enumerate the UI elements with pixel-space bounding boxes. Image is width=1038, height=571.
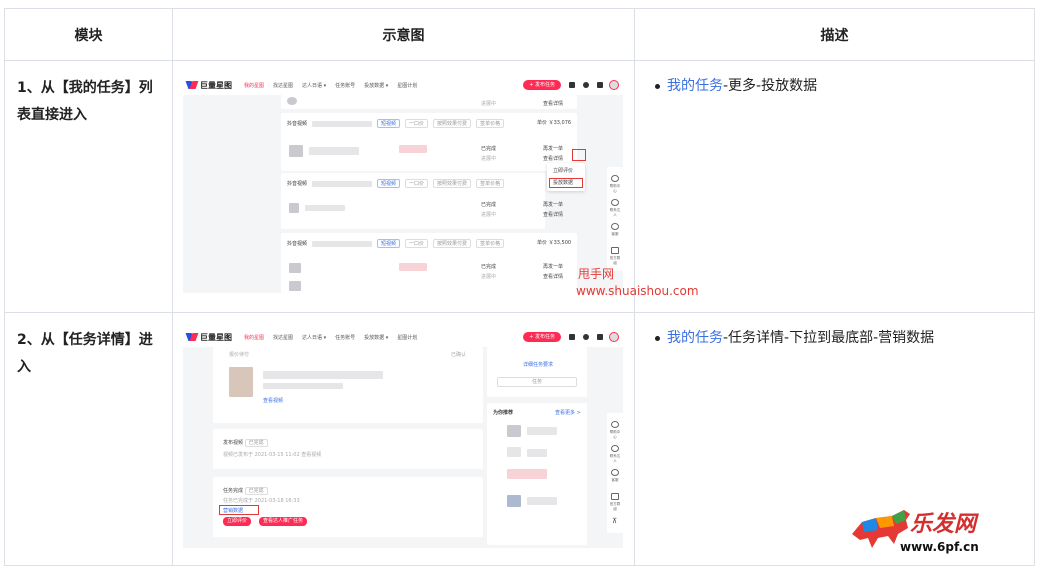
nav-item[interactable]: 找达星图 — [273, 334, 293, 341]
service-icon[interactable] — [611, 223, 619, 230]
side-tool-rail: 帮助中心 联系达人 客服 官方群组 ⊼ — [607, 413, 623, 533]
contact-icon[interactable] — [611, 445, 619, 452]
marketing-data-highlight — [219, 505, 259, 515]
my-tasks-link[interactable]: 我的任务 — [667, 330, 723, 346]
more-button[interactable] — [572, 149, 586, 161]
publish-task-button[interactable]: + 发布任务 — [523, 332, 561, 342]
row1-module: 1、从【我的任务】列表直接进入 — [4, 60, 173, 313]
bell-icon[interactable] — [597, 334, 603, 340]
task-list-screenshot: 巨量星图 我的星图 找达星图 达人日语 ▾ 任务账号 投放数据 ▾ 星图计划 +… — [183, 75, 623, 293]
message-icon[interactable] — [569, 334, 575, 340]
6pf-logo: 乐发网 www.6pf.cn — [848, 504, 1034, 568]
recommend-card: 为你推荐 查看更多 > — [487, 403, 587, 545]
view-promotion-button[interactable]: 查看达人推广任务 — [259, 517, 308, 526]
task-card[interactable]: 抖音视频 短视频 一口价 按照效果付费 签单价格 已完成 进展中 再发一单 查看详情 — [281, 173, 563, 229]
task-card[interactable]: 抖音视频 短视频 一口价 按照效果付费 签单价格 单价 ￥33,076 已完成 进展中… — [281, 113, 577, 171]
shot-topbar: 巨量星图 我的星图 找达星图 达人日语 ▾ 任务账号 投放数据 ▾ 星图计划 +… — [183, 327, 623, 347]
xingtu-logo: 巨量星图 — [187, 332, 232, 343]
task-button[interactable]: 任务 — [497, 377, 577, 387]
nav-item[interactable]: 星图计划 — [397, 334, 417, 341]
nav-item[interactable]: 达人日语 ▾ — [302, 82, 326, 89]
nav-item[interactable]: 任务账号 — [335, 82, 355, 89]
header-image: 示意图 — [172, 8, 635, 61]
row2-module: 2、从【任务详情】进入 — [4, 312, 173, 566]
side-tool-rail: 帮助中心 联系达人 客服 官方群组 — [607, 167, 623, 271]
nav-item[interactable]: 投放数据 ▾ — [364, 82, 388, 89]
task-detail-screenshot: 巨量星图 我的星图 找达星图 达人日语 ▾ 任务账号 投放数据 ▾ 星图计划 +… — [183, 327, 623, 548]
my-tasks-link[interactable]: 我的任务 — [667, 78, 723, 94]
tutorial-table: 模块 示意图 描述 1、从【我的任务】列表直接进入 巨量星图 我的星图 找达星图… — [4, 8, 1035, 566]
nav-item[interactable]: 投放数据 ▾ — [364, 334, 388, 341]
desc-item: 我的任务-任务详情-下拉到最底部-营销数据 — [655, 327, 1020, 349]
row1-description: 我的任务-更多-投放数据 — [634, 60, 1035, 313]
task-card-partial: 进展中 查看详情 — [281, 95, 577, 109]
menu-rate[interactable]: 立即评价 — [553, 167, 573, 174]
nav-item[interactable]: 达人日语 ▾ — [302, 334, 326, 341]
settings-icon[interactable] — [583, 334, 589, 340]
message-icon[interactable] — [569, 82, 575, 88]
nav-item[interactable]: 任务账号 — [335, 334, 355, 341]
nav-item[interactable]: 星图计划 — [397, 82, 417, 89]
help-icon[interactable] — [611, 421, 619, 428]
qrcode-icon[interactable] — [611, 493, 619, 500]
header-module: 模块 — [4, 8, 173, 61]
rate-now-button[interactable]: 立即评价 — [223, 517, 252, 526]
nav-item[interactable]: 我的星图 — [244, 334, 264, 341]
qrcode-icon[interactable] — [611, 247, 619, 254]
publish-card: 发布视频 已完成 视频已发布于 2021-03-15 11:02 查看视频 — [213, 429, 483, 469]
shot-topbar: 巨量星图 我的星图 找达星图 达人日语 ▾ 任务账号 投放数据 ▾ 星图计划 +… — [183, 75, 623, 95]
help-icon[interactable] — [611, 175, 619, 182]
service-icon[interactable] — [611, 469, 619, 476]
view-more-link[interactable]: 查看更多 > — [555, 409, 581, 416]
contact-icon[interactable] — [611, 199, 619, 206]
desc-item: 我的任务-更多-投放数据 — [655, 75, 1020, 97]
watermark-cn: 甩手网 — [578, 267, 615, 281]
header-description: 描述 — [634, 8, 1035, 61]
delivery-data-highlight — [549, 178, 583, 188]
avatar[interactable] — [609, 80, 619, 90]
xingtu-logo: 巨量星图 — [187, 80, 232, 91]
bell-icon[interactable] — [597, 82, 603, 88]
row2-screenshot-cell: 巨量星图 我的星图 找达星图 达人日语 ▾ 任务账号 投放数据 ▾ 星图计划 +… — [172, 312, 635, 566]
watermark-url: www.shuaishou.com — [576, 284, 699, 298]
nav-item[interactable]: 我的星图 — [244, 82, 264, 89]
nav-item[interactable]: 找达星图 — [273, 82, 293, 89]
avatar[interactable] — [609, 332, 619, 342]
view-video-link[interactable]: 查看视频 — [263, 397, 283, 404]
order-card: 报价待付 已确认 查看视频 — [213, 347, 483, 423]
back-to-top-icon[interactable]: ⊼ — [612, 517, 617, 525]
task-requirement-link[interactable]: 详细任务要求 — [523, 361, 553, 368]
side-info-card: 详细任务要求 任务 — [487, 347, 587, 397]
task-card[interactable]: 抖音视频 短视频 一口价 按照效果付费 签单价格 单价 ￥33,500 已完成 进展中… — [281, 233, 577, 293]
row1-screenshot-cell: 巨量星图 我的星图 找达星图 达人日语 ▾ 任务账号 投放数据 ▾ 星图计划 +… — [172, 60, 635, 313]
settings-icon[interactable] — [583, 82, 589, 88]
publish-task-button[interactable]: + 发布任务 — [523, 80, 561, 90]
